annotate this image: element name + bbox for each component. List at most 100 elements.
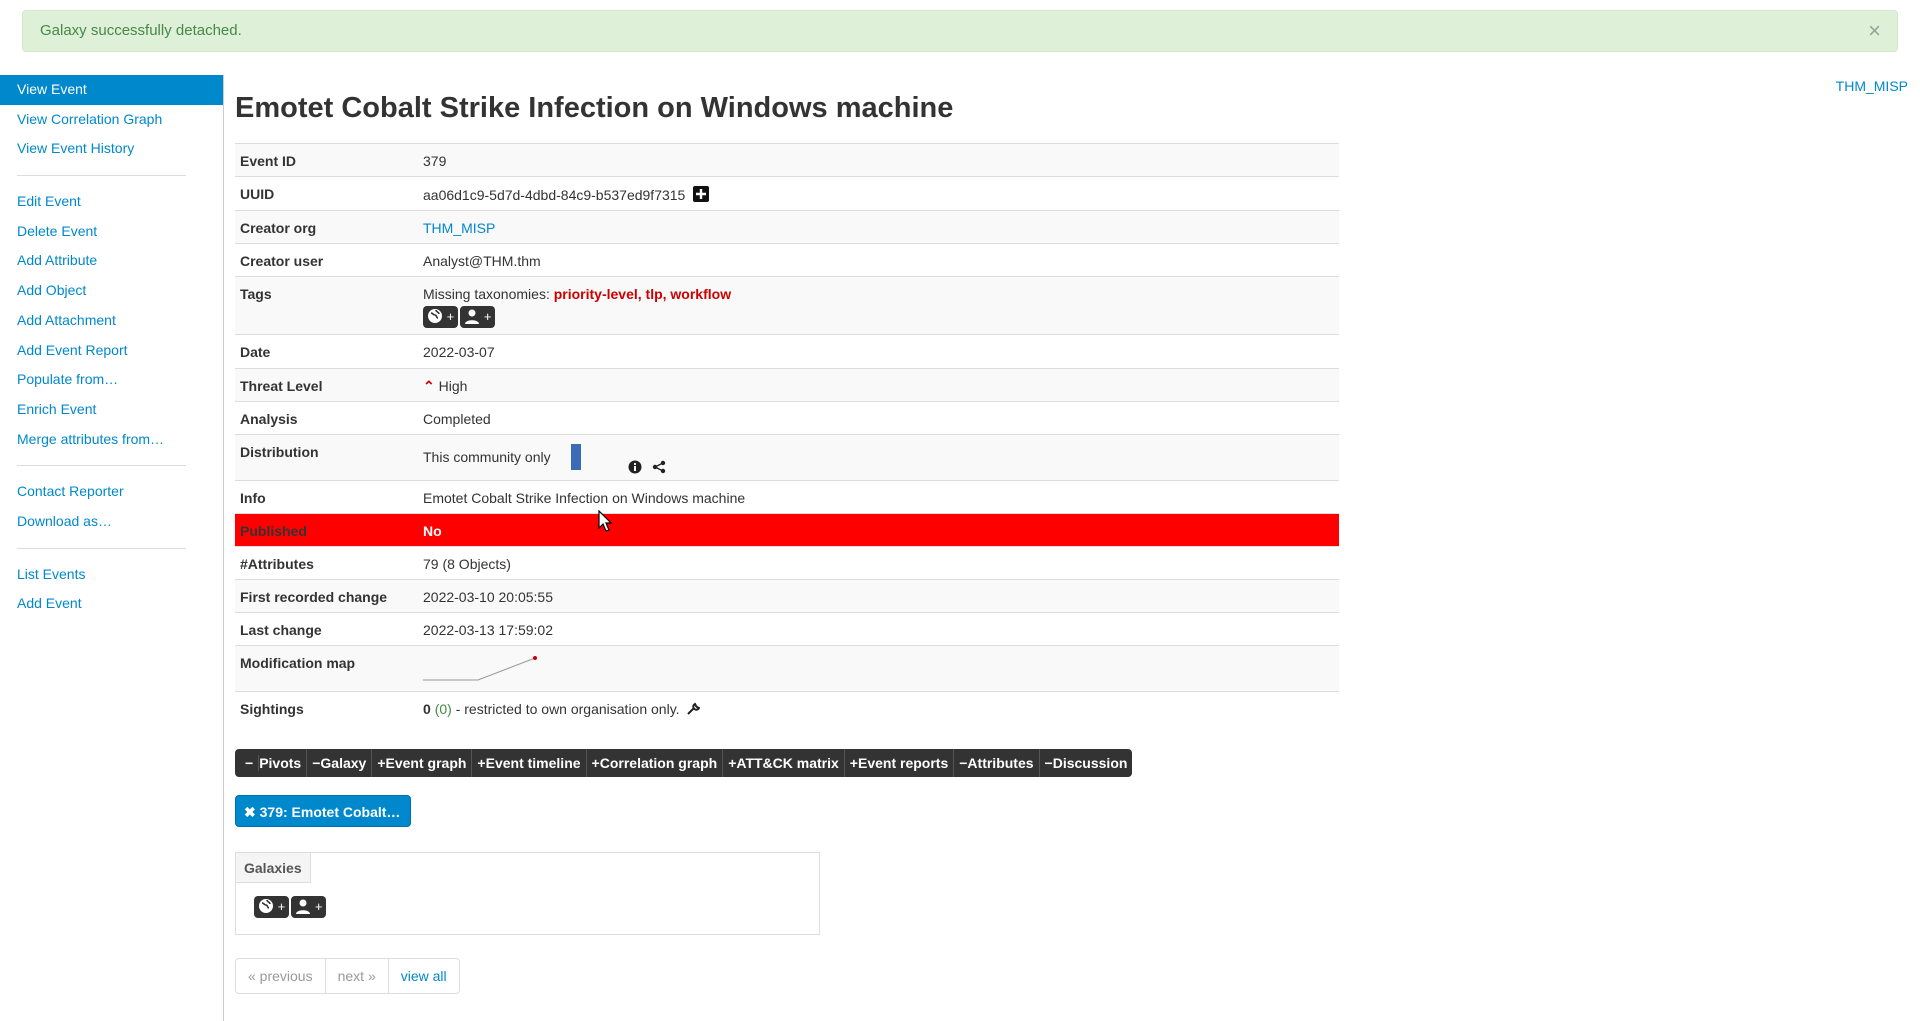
sidebar-item-contact-reporter[interactable]: Contact Reporter bbox=[0, 477, 223, 507]
tab-attack-matrix[interactable]: +ATT&CK matrix bbox=[723, 749, 845, 777]
row-label: Date bbox=[240, 344, 271, 360]
sidebar-item-view-event[interactable]: View Event bbox=[0, 75, 223, 105]
tab-label: Galaxy bbox=[320, 755, 367, 771]
threat-level-text: High bbox=[438, 378, 468, 394]
sidebar-item-add-attribute[interactable]: Add Attribute bbox=[0, 246, 223, 276]
mouse-cursor-icon bbox=[598, 510, 612, 532]
sidebar-item-delete-event[interactable]: Delete Event bbox=[0, 217, 223, 247]
sidebar-item-download-as[interactable]: Download as… bbox=[0, 507, 223, 537]
tab-label: Pivots bbox=[259, 755, 302, 771]
tab-sign: + bbox=[477, 755, 486, 771]
tab-sign: + bbox=[377, 755, 386, 771]
add-global-galaxy-button[interactable]: + bbox=[254, 896, 290, 918]
tab-correlation-graph[interactable]: +Correlation graph bbox=[587, 749, 724, 777]
next-page-button[interactable]: next » bbox=[326, 959, 389, 993]
galaxies-panel: Galaxies + + bbox=[235, 852, 820, 935]
row-label: Creator org bbox=[240, 220, 317, 236]
tab-label: Event graph bbox=[385, 755, 467, 771]
uuid-value: aa06d1c9-5d7d-4dbd-84c9-b537ed9f7315 bbox=[423, 177, 1334, 203]
tab-label: Event reports bbox=[857, 755, 949, 771]
event-tab-bar: − Pivots −Galaxy +Event graph +Event time… bbox=[235, 749, 1133, 777]
pagination: « previous next » view all bbox=[235, 958, 460, 994]
event-metadata-table: Event ID 379 UUID aa06d1c9-5d7d-4dbd-84c9-… bbox=[235, 143, 1339, 725]
sightings-own: (0) bbox=[434, 701, 452, 717]
creator-user-value: Analyst@THM.thm bbox=[423, 253, 541, 269]
pivot-pill[interactable]: ✖ 379: Emotet Cobalt… bbox=[235, 795, 412, 827]
sidebar-divider bbox=[17, 547, 186, 549]
tab-event-timeline[interactable]: +Event timeline bbox=[472, 749, 587, 777]
globe-icon bbox=[259, 899, 273, 913]
wrench-icon[interactable] bbox=[686, 702, 701, 716]
sidebar-item-edit-event[interactable]: Edit Event bbox=[0, 187, 223, 217]
row-label: Analysis bbox=[240, 411, 298, 427]
sidebar: View Event View Correlation Graph View E… bbox=[0, 75, 224, 1021]
success-alert: Galaxy successfully detached. × bbox=[22, 10, 1898, 52]
double-chevron-up-icon: ⌃ bbox=[423, 378, 435, 394]
first-change-value: 2022-03-10 20:05:55 bbox=[423, 589, 553, 605]
sidebar-item-populate-from[interactable]: Populate from… bbox=[0, 365, 223, 395]
tab-attributes[interactable]: −Attributes bbox=[954, 749, 1040, 777]
tab-label: Event timeline bbox=[485, 755, 581, 771]
user-icon bbox=[465, 309, 480, 324]
tab-event-reports[interactable]: +Event reports bbox=[845, 749, 955, 777]
sidebar-divider bbox=[17, 465, 186, 467]
tab-sign: + bbox=[849, 755, 858, 771]
add-local-galaxy-button[interactable]: + bbox=[291, 896, 327, 918]
sightings-value: 0 (0) - restricted to own organisation o… bbox=[423, 692, 1334, 717]
close-icon[interactable]: × bbox=[1868, 11, 1881, 51]
attributes-count-value: 79 (8 Objects) bbox=[423, 556, 511, 572]
row-label: Event ID bbox=[240, 153, 297, 169]
pivot-pill-label: 379: Emotet Cobalt… bbox=[259, 804, 401, 820]
threat-level-value: ⌃ High bbox=[423, 369, 1334, 395]
distribution-graph-bar[interactable] bbox=[570, 444, 581, 470]
info-value: Emotet Cobalt Strike Infection on Window… bbox=[423, 490, 746, 506]
last-change-value: 2022-03-13 17:59:02 bbox=[423, 622, 553, 638]
share-icon[interactable] bbox=[652, 460, 666, 474]
tab-label: Discussion bbox=[1052, 755, 1128, 771]
sidebar-item-add-event[interactable]: Add Event bbox=[0, 589, 223, 619]
row-label: Published bbox=[240, 523, 307, 539]
info-icon[interactable] bbox=[628, 460, 642, 474]
org-link[interactable]: THM_MISP bbox=[1836, 78, 1908, 94]
page-title: Emotet Cobalt Strike Infection on Window… bbox=[235, 92, 954, 124]
sidebar-item-list-events[interactable]: List Events bbox=[0, 560, 223, 590]
close-icon[interactable]: ✖ bbox=[244, 804, 256, 820]
previous-page-button[interactable]: « previous bbox=[236, 959, 326, 993]
row-label: Info bbox=[240, 490, 266, 506]
tab-label: Attributes bbox=[967, 755, 1034, 771]
add-local-tag-button[interactable]: + bbox=[460, 306, 496, 328]
add-global-tag-button[interactable]: + bbox=[423, 306, 459, 328]
sidebar-item-add-object[interactable]: Add Object bbox=[0, 276, 223, 306]
tab-event-graph[interactable]: +Event graph bbox=[372, 749, 473, 777]
date-value: 2022-03-07 bbox=[423, 344, 495, 360]
sidebar-item-merge-attributes[interactable]: Merge attributes from… bbox=[0, 425, 223, 455]
row-label: First recorded change bbox=[240, 589, 388, 605]
missing-taxonomies: priority-level, tlp, workflow bbox=[553, 286, 732, 302]
sidebar-item-view-correlation-graph[interactable]: View Correlation Graph bbox=[0, 105, 223, 135]
view-all-button[interactable]: view all bbox=[389, 959, 459, 993]
tab-galaxy[interactable]: −Galaxy bbox=[307, 749, 373, 777]
row-label: Distribution bbox=[240, 444, 319, 460]
sidebar-item-enrich-event[interactable]: Enrich Event bbox=[0, 395, 223, 425]
galaxies-header: Galaxies bbox=[236, 853, 311, 883]
tab-sign: + bbox=[591, 755, 600, 771]
copy-plus-icon[interactable] bbox=[693, 186, 710, 202]
tab-pivots[interactable]: − Pivots bbox=[235, 749, 308, 777]
sidebar-item-add-attachment[interactable]: Add Attachment bbox=[0, 306, 223, 336]
tab-discussion[interactable]: −Discussion bbox=[1040, 749, 1133, 777]
row-label: Sightings bbox=[240, 701, 304, 717]
tab-sign: − bbox=[240, 755, 260, 771]
distribution-text: This community only bbox=[423, 449, 551, 465]
distribution-value: This community only bbox=[423, 435, 1334, 474]
row-label: Modification map bbox=[240, 655, 356, 671]
sidebar-item-add-event-report[interactable]: Add Event Report bbox=[0, 336, 223, 366]
row-label: Threat Level bbox=[240, 378, 323, 394]
alert-message: Galaxy successfully detached. bbox=[40, 22, 242, 39]
sightings-count: 0 bbox=[423, 701, 431, 717]
sidebar-item-view-event-history[interactable]: View Event History bbox=[0, 134, 223, 164]
row-label: #Attributes bbox=[240, 556, 314, 572]
creator-org-link[interactable]: THM_MISP bbox=[423, 211, 1334, 236]
tab-label: Correlation graph bbox=[599, 755, 718, 771]
tab-label: ATT&CK matrix bbox=[736, 755, 839, 771]
tags-value: Missing taxonomies: priority-level, tlp,… bbox=[423, 277, 1334, 302]
